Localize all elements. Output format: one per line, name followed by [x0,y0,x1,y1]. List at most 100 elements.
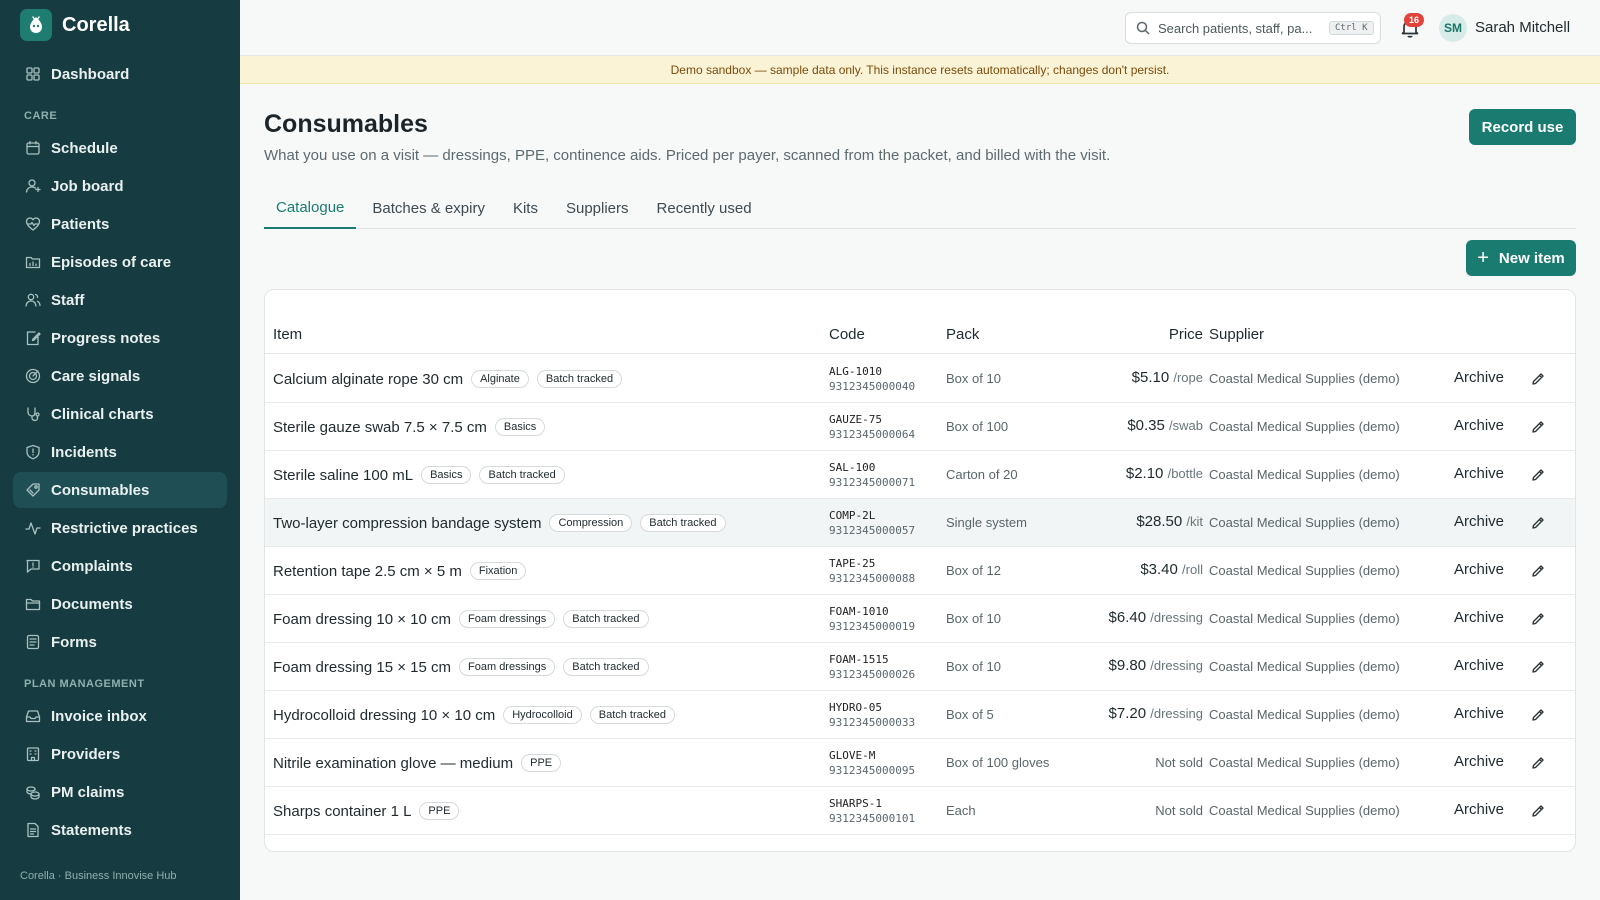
table-row[interactable]: Calcium alginate rope 30 cm Alginate Batch… [265,355,1575,403]
sidebar-item-label: Providers [51,745,121,763]
item-pack: Box of 10 [946,371,1001,386]
sidebar-item-pm-claims[interactable]: PM claims [13,774,227,810]
archive-button[interactable]: Archive [1454,609,1504,626]
sidebar-item-label: Schedule [51,139,118,157]
sidebar-item-consumables[interactable]: Consumables [13,472,227,508]
table-row[interactable]: Foam dressing 15 × 15 cm Foam dressings Ba… [265,643,1575,691]
archive-button[interactable]: Archive [1454,465,1504,482]
pencil-icon[interactable] [1530,755,1546,771]
sidebar-item-clinical-charts[interactable]: Clinical charts [13,396,227,432]
new-item-label: New item [1498,249,1565,267]
archive-button[interactable]: Archive [1454,753,1504,770]
table-row[interactable]: Sharps container 1 L PPE SHARPS-1 931234500… [265,787,1575,835]
sidebar-item-complaints[interactable]: Complaints [13,548,227,584]
sidebar-item-invoice-inbox[interactable]: Invoice inbox [13,698,227,734]
brand[interactable]: Corella [0,0,240,50]
message-icon [25,558,41,574]
sidebar-item-staff[interactable]: Staff [13,282,227,318]
sidebar-item-statements[interactable]: Statements [13,812,227,848]
archive-button[interactable]: Archive [1454,369,1504,386]
brand-logo-icon [20,9,52,41]
sidebar-item-documents[interactable]: Documents [13,586,227,622]
price-value: $28.50 [1136,513,1183,530]
sidebar-item-care-signals[interactable]: Care signals [13,358,227,394]
new-item-button[interactable]: + New item [1466,240,1576,276]
item-supplier: Coastal Medical Supplies (demo) [1209,563,1400,578]
category-tag: Batch tracked [479,466,565,484]
brand-name: Corella [62,13,130,36]
item-name[interactable]: Calcium alginate rope 30 cm [273,371,463,388]
sidebar-item-job-board[interactable]: Job board [13,168,227,204]
pencil-icon[interactable] [1530,707,1546,723]
item-supplier: Coastal Medical Supplies (demo) [1209,803,1400,818]
item-name[interactable]: Retention tape 2.5 cm × 5 m [273,563,462,580]
pencil-icon[interactable] [1530,371,1546,387]
tab-batches-expiry[interactable]: Batches & expiry [360,187,497,229]
archive-button[interactable]: Archive [1454,513,1504,530]
item-pack: Box of 12 [946,563,1001,578]
item-name[interactable]: Sharps container 1 L [273,803,411,820]
pencil-icon[interactable] [1530,563,1546,579]
table-row[interactable]: Foam dressing 10 × 10 cm Foam dressings Ba… [265,595,1575,643]
sidebar-item-incidents[interactable]: Incidents [13,434,227,470]
table-row[interactable]: Sterile gauze swab 7.5 × 7.5 cm Basics GAU… [265,403,1575,451]
sidebar-item-schedule[interactable]: Schedule [13,130,227,166]
item-price: $6.40 /dressing [1109,609,1203,626]
item-name[interactable]: Foam dressing 15 × 15 cm [273,659,451,676]
pencil-icon[interactable] [1530,467,1546,483]
pencil-icon[interactable] [1530,419,1546,435]
sidebar-item-restrictive-practices[interactable]: Restrictive practices [13,510,227,546]
item-code: FOAM-1515 [829,653,889,666]
item-name[interactable]: Sterile saline 100 mL [273,467,413,484]
item-name[interactable]: Foam dressing 10 × 10 cm [273,611,451,628]
sidebar-item-patients[interactable]: Patients [13,206,227,242]
archive-button[interactable]: Archive [1454,417,1504,434]
archive-button[interactable]: Archive [1454,657,1504,674]
heart-icon [25,216,41,232]
price-unit: /swab [1169,418,1203,433]
pencil-icon[interactable] [1530,611,1546,627]
notification-badge: 16 [1404,13,1424,27]
pencil-icon[interactable] [1530,803,1546,819]
sidebar-item-dashboard[interactable]: Dashboard [13,56,227,92]
plus-icon: + [1477,247,1489,269]
sidebar-item-progress-notes[interactable]: Progress notes [13,320,227,356]
tab-kits[interactable]: Kits [501,187,550,229]
global-search[interactable]: Ctrl K [1125,12,1381,44]
item-barcode: 9312345000026 [829,668,916,681]
avatar[interactable]: SM [1439,14,1467,42]
price-unit: /dressing [1150,610,1203,625]
sidebar-item-providers[interactable]: Providers [13,736,227,772]
item-pack: Box of 100 [946,419,1009,434]
archive-button[interactable]: Archive [1454,801,1504,818]
item-code: HYDRO-05 [829,701,882,714]
sidebar-item-forms[interactable]: Forms [13,624,227,660]
category-tag: PPE [419,802,460,820]
user-name[interactable]: Sarah Mitchell [1475,19,1570,36]
item-price: $28.50 /kit [1136,513,1203,530]
tab-catalogue[interactable]: Catalogue [264,187,357,229]
folder-chart-icon [25,254,41,270]
table-row[interactable]: Nitrile examination glove — medium PPE GLO… [265,739,1575,787]
item-price: $3.40 /roll [1140,561,1203,578]
archive-button[interactable]: Archive [1454,705,1504,722]
page-subtitle: What you use on a visit — dressings, PPE… [264,147,1111,164]
table-row[interactable]: Retention tape 2.5 cm × 5 m Fixation TAPE-… [265,547,1575,595]
item-name[interactable]: Hydrocolloid dressing 10 × 10 cm [273,707,495,724]
price-unit: /rope [1173,370,1203,385]
table-row[interactable]: Sterile saline 100 mL Basics Batch tracked… [265,451,1575,499]
sidebar-item-episodes-of-care[interactable]: Episodes of care [13,244,227,280]
item-name[interactable]: Two-layer compression bandage system [273,515,541,532]
tab-recently-used[interactable]: Recently used [645,187,764,229]
tab-suppliers[interactable]: Suppliers [554,187,641,229]
item-name[interactable]: Nitrile examination glove — medium [273,755,513,772]
pencil-icon[interactable] [1530,659,1546,675]
table-row[interactable]: Two-layer compression bandage system Comp… [265,499,1575,547]
table-row[interactable]: Hydrocolloid dressing 10 × 10 cm Hydrocol… [265,691,1575,739]
catalogue-table: Item Code Pack Price Supplier Calcium al… [264,289,1576,852]
record-use-button[interactable]: Record use [1469,109,1576,145]
archive-button[interactable]: Archive [1454,561,1504,578]
pencil-icon[interactable] [1530,515,1546,531]
search-input[interactable] [1158,20,1323,36]
item-name[interactable]: Sterile gauze swab 7.5 × 7.5 cm [273,419,487,436]
